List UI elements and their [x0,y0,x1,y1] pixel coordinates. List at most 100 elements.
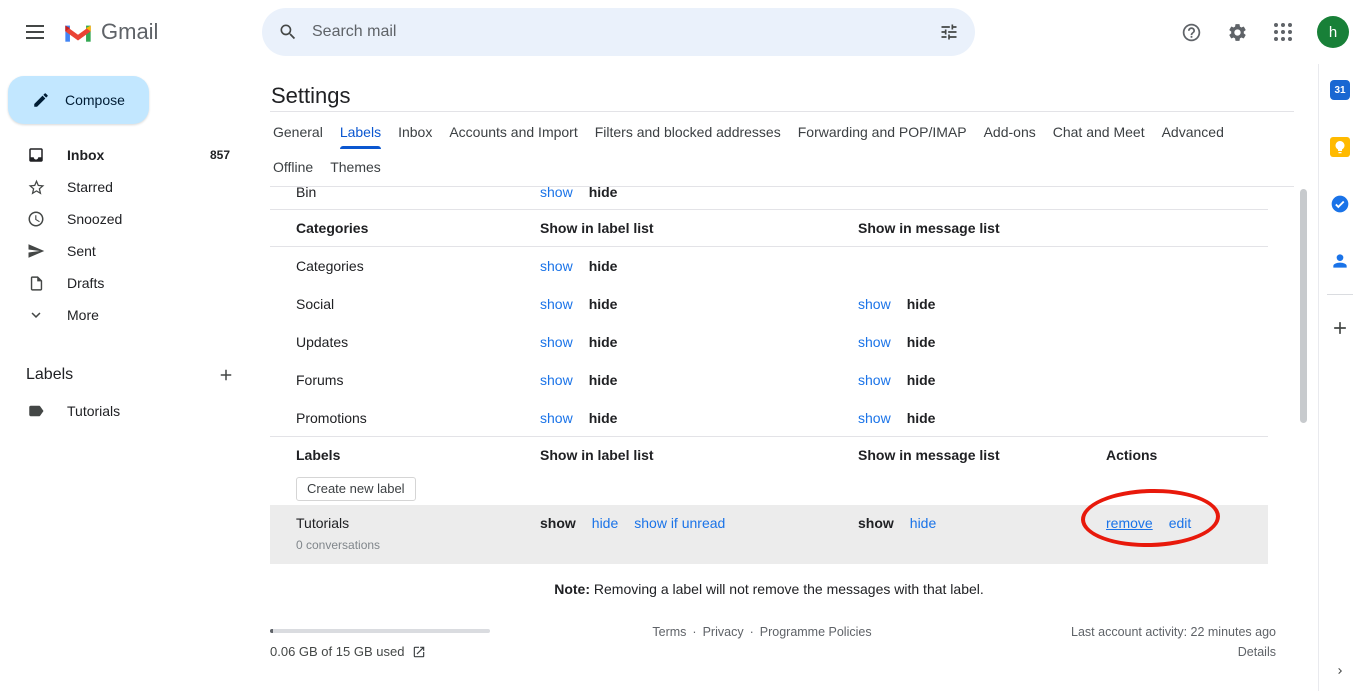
show-link[interactable]: show [540,258,573,274]
external-link-icon [412,645,426,659]
tab-themes[interactable]: Themes [330,150,381,185]
label-conversation-count: 0 conversations [296,536,540,555]
show-link[interactable]: show [858,334,891,350]
show-link[interactable]: show [858,410,891,426]
tab-advanced[interactable]: Advanced [1162,115,1224,150]
tab-inbox[interactable]: Inbox [398,115,432,150]
main-menu-button[interactable] [15,12,55,52]
hide-link[interactable]: hide [592,515,618,531]
keep-button[interactable] [1324,131,1356,163]
star-icon [27,178,46,197]
show-if-unread-link[interactable]: show if unread [634,515,725,531]
hide-selected: hide [907,334,936,350]
row-name: Updates [296,334,540,350]
sidebar-item-snoozed[interactable]: Snoozed [0,203,256,235]
scrollbar-thumb[interactable] [1300,189,1307,423]
tab-general[interactable]: General [273,115,323,150]
show-link[interactable]: show [540,296,573,312]
show-link[interactable]: show [540,334,573,350]
search-icon [278,22,298,42]
col-show-in-message-list: Show in message list [858,447,1106,463]
send-icon [27,242,45,260]
compose-button[interactable]: Compose [8,76,149,124]
compose-label: Compose [65,92,125,108]
account-avatar[interactable]: h [1317,16,1349,48]
draft-icon [28,275,45,292]
remove-label-link[interactable]: remove [1106,515,1153,531]
labels-note: Note: Removing a label will not remove t… [270,581,1268,597]
tab-offline[interactable]: Offline [273,150,313,185]
sidebar-item-drafts[interactable]: Drafts [0,267,256,299]
sidebar: Compose Inbox 857 Starred Snoozed Sent D… [0,64,256,691]
tab-labels[interactable]: Labels [340,115,381,150]
sidebar-label-tutorials[interactable]: Tutorials [0,395,256,427]
tasks-button[interactable] [1324,188,1356,220]
support-button[interactable] [1171,12,1211,52]
search-options-button[interactable] [929,12,969,52]
hide-selected: hide [907,372,936,388]
category-row-categories: Categories showhide [270,247,1268,285]
label-icon [27,402,45,420]
settings-button[interactable] [1217,12,1257,52]
inbox-count: 857 [210,148,230,162]
clock-icon [27,210,45,228]
details-link[interactable]: Details [1238,645,1276,659]
sidebar-item-starred[interactable]: Starred [0,171,256,203]
search-input[interactable] [308,8,929,56]
show-side-panel-button[interactable] [1326,657,1354,685]
sidebar-item-label: More [67,307,99,323]
add-icon [1330,318,1350,338]
apps-button[interactable] [1263,12,1303,52]
col-actions: Actions [1106,447,1268,463]
col-show-in-message-list: Show in message list [858,220,1106,236]
sidebar-label-name: Tutorials [67,403,120,419]
chevron-down-icon [27,306,45,324]
hide-link[interactable]: hide [910,515,936,531]
create-new-label-button[interactable]: Create new label [296,477,416,501]
show-link[interactable]: show [540,187,573,200]
tab-add-ons[interactable]: Add-ons [984,115,1036,150]
gmail-logo[interactable]: Gmail [63,16,158,48]
tab-chat-and-meet[interactable]: Chat and Meet [1053,115,1145,150]
sidebar-item-label: Drafts [67,275,104,291]
page-title: Settings [271,83,351,109]
privacy-link[interactable]: Privacy [703,625,744,639]
categories-header-row: Categories Show in label list Show in me… [270,210,1268,247]
menu-icon [26,25,44,39]
tab-forwarding-pop-imap[interactable]: Forwarding and POP/IMAP [798,115,967,150]
sidebar-item-inbox[interactable]: Inbox 857 [0,139,256,171]
sidebar-item-sent[interactable]: Sent [0,235,256,267]
inbox-icon [27,146,45,164]
sidebar-nav: Inbox 857 Starred Snoozed Sent Drafts Mo… [0,139,256,331]
hide-selected: hide [907,296,936,312]
calendar-button[interactable]: 31 [1324,74,1356,106]
row-name: Social [296,296,540,312]
hide-selected: hide [589,187,618,200]
tasks-icon [1330,194,1350,214]
create-label-button[interactable] [210,359,242,391]
category-row-forums: Forums showhide showhide [270,361,1268,399]
tab-accounts-and-import[interactable]: Accounts and Import [449,115,577,150]
row-name: Forums [296,372,540,388]
sidebar-item-label: Sent [67,243,96,259]
show-link[interactable]: show [540,372,573,388]
tab-filters[interactable]: Filters and blocked addresses [595,115,781,150]
edit-label-link[interactable]: edit [1169,515,1192,531]
sidebar-item-more[interactable]: More [0,299,256,331]
labels-heading-row: Labels [0,355,256,395]
category-row-updates: Updates showhide showhide [270,323,1268,361]
show-link[interactable]: show [858,296,891,312]
show-link[interactable]: show [540,410,573,426]
topbar-actions: h [1171,12,1349,52]
labels-heading: Labels [26,366,73,384]
storage-usage-link[interactable]: 0.06 GB of 15 GB used [270,644,426,659]
show-link[interactable]: show [858,372,891,388]
last-account-activity: Last account activity: 22 minutes ago [1071,625,1276,639]
hide-selected: hide [589,258,618,274]
search-button[interactable] [268,12,308,52]
contacts-button[interactable] [1324,245,1356,277]
calendar-icon: 31 [1330,80,1350,100]
get-add-ons-button[interactable] [1324,312,1356,344]
programme-policies-link[interactable]: Programme Policies [760,625,872,639]
terms-link[interactable]: Terms [652,625,686,639]
